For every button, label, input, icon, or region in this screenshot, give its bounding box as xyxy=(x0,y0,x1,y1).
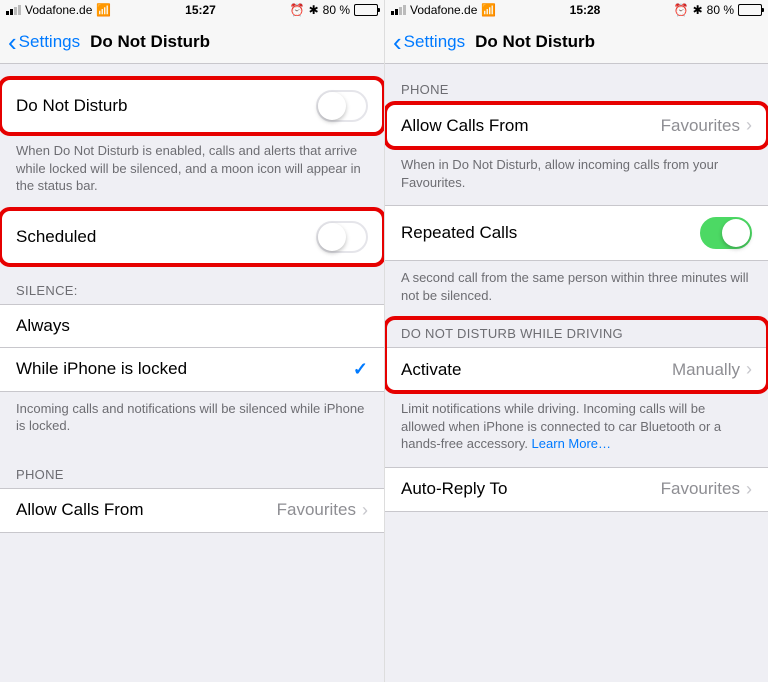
alarm-icon: ⏰ xyxy=(674,3,689,17)
status-time: 15:28 xyxy=(570,3,601,17)
phone-header-left: PHONE xyxy=(0,449,384,488)
silence-option-locked[interactable]: While iPhone is locked ✓ xyxy=(0,348,384,392)
battery-icon xyxy=(738,4,762,16)
battery-pct: 80 % xyxy=(323,3,350,17)
bluetooth-icon: ✱ xyxy=(309,3,319,17)
auto-reply-value: Favourites xyxy=(661,479,740,499)
wifi-icon: 📶 xyxy=(481,3,496,17)
page-title: Do Not Disturb xyxy=(90,32,210,52)
nav-bar: ‹ Settings Do Not Disturb xyxy=(385,20,768,64)
dnd-toggle[interactable] xyxy=(316,90,368,122)
allow-calls-row-left[interactable]: Allow Calls From Favourites › xyxy=(0,488,384,533)
signal-icon xyxy=(6,5,21,15)
page-title: Do Not Disturb xyxy=(475,32,595,52)
alarm-icon: ⏰ xyxy=(290,3,305,17)
auto-reply-row[interactable]: Auto-Reply To Favourites › xyxy=(385,467,768,512)
repeated-calls-label: Repeated Calls xyxy=(401,223,700,243)
back-button[interactable]: Settings xyxy=(19,32,80,52)
silence-option-always[interactable]: Always xyxy=(0,304,384,348)
back-chevron-icon[interactable]: ‹ xyxy=(393,29,402,55)
driving-header: DO NOT DISTURB WHILE DRIVING xyxy=(385,318,768,347)
back-button[interactable]: Settings xyxy=(404,32,465,52)
back-chevron-icon[interactable]: ‹ xyxy=(8,29,17,55)
learn-more-link[interactable]: Learn More… xyxy=(532,436,611,451)
dnd-footer: When Do Not Disturb is enabled, calls an… xyxy=(0,134,384,209)
silence-locked-label: While iPhone is locked xyxy=(16,359,353,379)
silence-always-label: Always xyxy=(16,316,368,336)
repeated-calls-row[interactable]: Repeated Calls xyxy=(385,205,768,261)
dnd-label: Do Not Disturb xyxy=(16,96,316,116)
activate-row[interactable]: Activate Manually › xyxy=(385,347,768,392)
status-bar: Vodafone.de 📶 15:28 ⏰ ✱ 80 % xyxy=(385,0,768,20)
scheduled-toggle[interactable] xyxy=(316,221,368,253)
allow-calls-label: Allow Calls From xyxy=(16,500,277,520)
driving-footer: Limit notifications while driving. Incom… xyxy=(385,392,768,467)
repeated-footer: A second call from the same person withi… xyxy=(385,261,768,318)
repeated-calls-toggle[interactable] xyxy=(700,217,752,249)
carrier-label: Vodafone.de xyxy=(410,3,477,17)
chevron-right-icon: › xyxy=(746,479,752,500)
allow-calls-value: Favourites xyxy=(277,500,356,520)
wifi-icon: 📶 xyxy=(96,3,111,17)
scheduled-row[interactable]: Scheduled xyxy=(0,209,384,265)
allow-calls-label: Allow Calls From xyxy=(401,116,661,136)
phone-left: Vodafone.de 📶 15:27 ⏰ ✱ 80 % ‹ Settings … xyxy=(0,0,384,682)
dnd-row[interactable]: Do Not Disturb xyxy=(0,78,384,134)
silence-header: SILENCE: xyxy=(0,265,384,304)
auto-reply-label: Auto-Reply To xyxy=(401,479,661,499)
status-time: 15:27 xyxy=(185,3,216,17)
checkmark-icon: ✓ xyxy=(353,359,368,380)
allow-calls-value: Favourites xyxy=(661,116,740,136)
phone-right: Vodafone.de 📶 15:28 ⏰ ✱ 80 % ‹ Settings … xyxy=(384,0,768,682)
status-bar: Vodafone.de 📶 15:27 ⏰ ✱ 80 % xyxy=(0,0,384,20)
signal-icon xyxy=(391,5,406,15)
allow-calls-footer: When in Do Not Disturb, allow incoming c… xyxy=(385,148,768,205)
activate-value: Manually xyxy=(672,360,740,380)
silence-footer: Incoming calls and notifications will be… xyxy=(0,392,384,449)
battery-pct: 80 % xyxy=(707,3,734,17)
chevron-right-icon: › xyxy=(746,359,752,380)
battery-icon xyxy=(354,4,378,16)
carrier-label: Vodafone.de xyxy=(25,3,92,17)
nav-bar: ‹ Settings Do Not Disturb xyxy=(0,20,384,64)
phone-header-right: PHONE xyxy=(385,64,768,103)
bluetooth-icon: ✱ xyxy=(693,3,703,17)
chevron-right-icon: › xyxy=(362,500,368,521)
activate-label: Activate xyxy=(401,360,672,380)
allow-calls-row[interactable]: Allow Calls From Favourites › xyxy=(385,103,768,148)
scheduled-label: Scheduled xyxy=(16,227,316,247)
chevron-right-icon: › xyxy=(746,115,752,136)
